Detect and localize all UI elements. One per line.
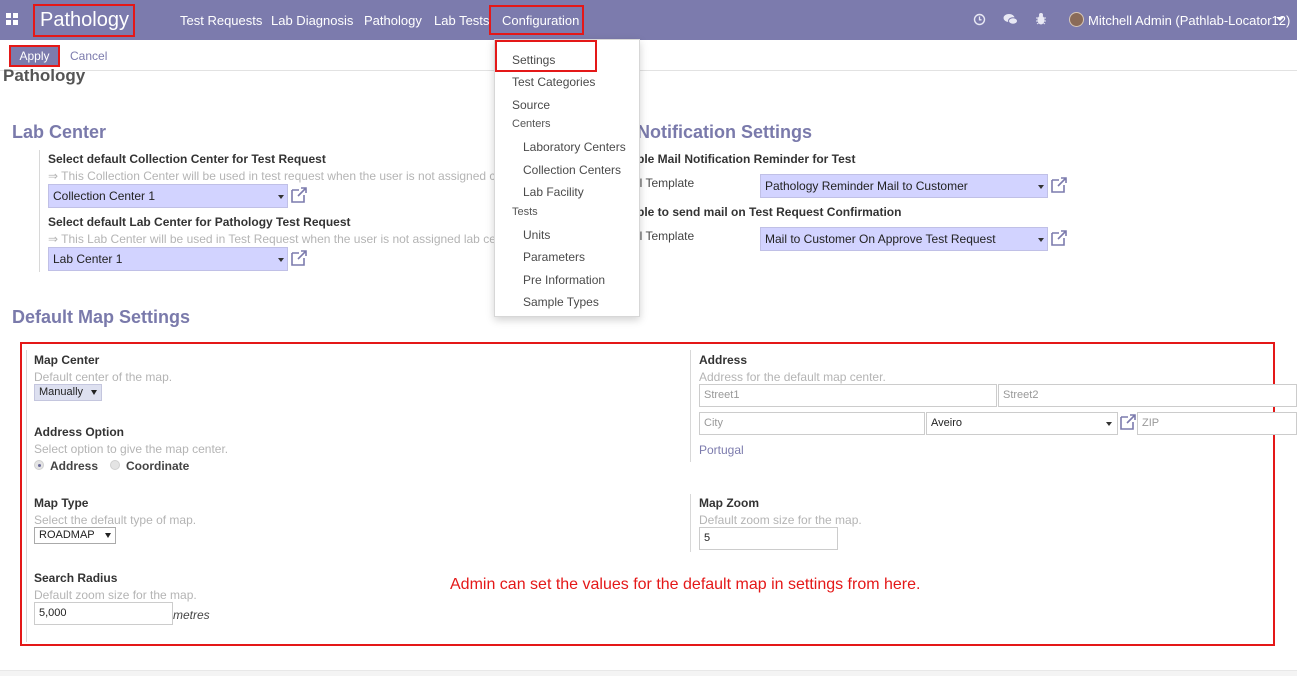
menu-item-pre-information[interactable]: Pre Information <box>523 273 605 287</box>
street2-input[interactable]: Street2 <box>998 384 1297 407</box>
map-left-divider <box>26 350 27 642</box>
map-type-select[interactable]: ROADMAP <box>34 527 116 544</box>
user-avatar[interactable] <box>1069 12 1084 27</box>
menu-lab-tests[interactable]: Lab Tests <box>434 13 489 28</box>
search-radius-input[interactable]: 5,000 <box>34 602 173 625</box>
reminder-template-select[interactable]: Pathology Reminder Mail to Customer <box>760 174 1048 198</box>
map-zoom-label: Map Zoom <box>699 496 759 510</box>
app-brand[interactable]: Pathology <box>33 4 135 37</box>
external-link-icon[interactable] <box>1050 176 1068 194</box>
menu-header-tests: Tests <box>512 206 538 218</box>
menu-item-laboratory-centers[interactable]: Laboratory Centers <box>523 140 626 154</box>
configuration-dropdown: Settings Test Categories Source Centers … <box>494 39 640 317</box>
debug-bug-icon[interactable] <box>1035 12 1047 26</box>
chat-icon[interactable] <box>1003 13 1018 26</box>
map-type-hint: Select the default type of map. <box>34 513 197 527</box>
chevron-down-icon <box>278 258 284 262</box>
street1-input[interactable]: Street1 <box>699 384 997 407</box>
city-input[interactable]: City <box>699 412 925 435</box>
search-radius-label: Search Radius <box>34 571 118 585</box>
map-center-hint: Default center of the map. <box>34 370 173 384</box>
chevron-down-icon <box>278 195 284 199</box>
menu-pathology[interactable]: Pathology <box>364 13 422 28</box>
address-label: Address <box>699 353 748 367</box>
lab-center-hint: ⇒ This Lab Center will be used in Test R… <box>48 232 494 246</box>
lab-center-select[interactable]: Lab Center 1 <box>48 247 288 271</box>
map-zoom-divider <box>690 494 691 552</box>
menu-item-parameters[interactable]: Parameters <box>523 250 585 264</box>
collection-center-label: Select default Collection Center for Tes… <box>48 152 326 166</box>
chevron-down-icon <box>1038 238 1044 242</box>
apply-button[interactable]: Apply <box>9 45 60 67</box>
menu-header-centers: Centers <box>512 118 551 130</box>
page-title: Pathology <box>3 66 86 85</box>
map-center-value: Manually <box>39 386 84 398</box>
address-option-hint: Select option to give the map center. <box>34 442 229 456</box>
confirmation-template-value: Mail to Customer On Approve Test Request <box>765 232 996 246</box>
bottom-strip <box>0 670 1297 676</box>
lab-center-label: Select default Lab Center for Pathology … <box>48 215 351 229</box>
control-panel-divider <box>0 70 1297 71</box>
configuration-highlight <box>489 5 584 35</box>
map-zoom-hint: Default zoom size for the map. <box>699 513 862 527</box>
reminder-template-value: Pathology Reminder Mail to Customer <box>765 179 968 193</box>
lab-center-divider <box>39 150 40 272</box>
settings-highlight <box>495 40 597 72</box>
address-radio[interactable] <box>34 460 44 470</box>
menu-item-test-categories[interactable]: Test Categories <box>512 75 595 89</box>
menu-item-source[interactable]: Source <box>512 98 550 112</box>
menu-test-requests[interactable]: Test Requests <box>180 13 262 28</box>
menu-item-units[interactable]: Units <box>523 228 550 242</box>
collection-center-hint: ⇒ This Collection Center will be used in… <box>48 169 494 183</box>
zip-input[interactable]: ZIP <box>1137 412 1297 435</box>
clock-icon[interactable] <box>973 13 986 26</box>
coordinate-radio[interactable] <box>110 460 120 470</box>
chevron-down-icon <box>105 533 111 538</box>
external-link-icon[interactable] <box>1119 413 1137 431</box>
confirmation-label: ble to send mail on Test Request Confirm… <box>637 205 902 219</box>
confirmation-template-label: il Template <box>637 229 695 243</box>
map-center-select[interactable]: Manually <box>34 384 102 401</box>
notification-settings-title: Notification Settings <box>637 122 812 142</box>
chevron-down-icon <box>1106 422 1112 426</box>
address-radio-label[interactable]: Address <box>50 459 98 473</box>
lab-center-title: Lab Center <box>12 122 107 142</box>
reminder-template-label: il Template <box>637 176 695 190</box>
map-type-value: ROADMAP <box>39 529 95 541</box>
menu-item-sample-types[interactable]: Sample Types <box>523 295 599 309</box>
user-caret-icon[interactable] <box>1276 17 1284 21</box>
menu-item-lab-facility[interactable]: Lab Facility <box>523 185 584 199</box>
search-radius-hint: Default zoom size for the map. <box>34 588 197 602</box>
external-link-icon[interactable] <box>290 186 308 204</box>
state-value: Aveiro <box>931 417 962 429</box>
state-select[interactable]: Aveiro <box>926 412 1118 435</box>
chevron-down-icon <box>91 390 97 395</box>
chevron-down-icon <box>1038 185 1044 189</box>
address-hint: Address for the default map center. <box>699 370 886 384</box>
menu-lab-diagnosis[interactable]: Lab Diagnosis <box>271 13 353 28</box>
map-center-label: Map Center <box>34 353 100 367</box>
annotation-text: Admin can set the values for the default… <box>450 576 921 593</box>
reminder-label: ble Mail Notification Reminder for Test <box>637 152 856 166</box>
external-link-icon[interactable] <box>290 249 308 267</box>
collection-center-select[interactable]: Collection Center 1 <box>48 184 288 208</box>
address-divider <box>690 350 691 462</box>
menu-item-collection-centers[interactable]: Collection Centers <box>523 163 621 177</box>
confirmation-template-select[interactable]: Mail to Customer On Approve Test Request <box>760 227 1048 251</box>
apps-menu-icon[interactable] <box>6 13 18 25</box>
coordinate-radio-label[interactable]: Coordinate <box>126 459 189 473</box>
map-settings-title: Default Map Settings <box>12 307 191 327</box>
collection-center-value: Collection Center 1 <box>53 189 156 203</box>
external-link-icon[interactable] <box>1050 229 1068 247</box>
user-name[interactable]: Mitchell Admin (Pathlab-Locator12) <box>1088 13 1290 28</box>
cancel-button[interactable]: Cancel <box>70 49 107 63</box>
top-navbar: Pathology Test Requests Lab Diagnosis Pa… <box>0 0 1297 40</box>
map-type-label: Map Type <box>34 496 89 510</box>
map-zoom-input[interactable]: 5 <box>699 527 838 550</box>
lab-center-value: Lab Center 1 <box>53 252 123 266</box>
country-link[interactable]: Portugal <box>699 443 744 457</box>
address-option-label: Address Option <box>34 425 125 439</box>
search-radius-unit: metres <box>173 608 210 622</box>
